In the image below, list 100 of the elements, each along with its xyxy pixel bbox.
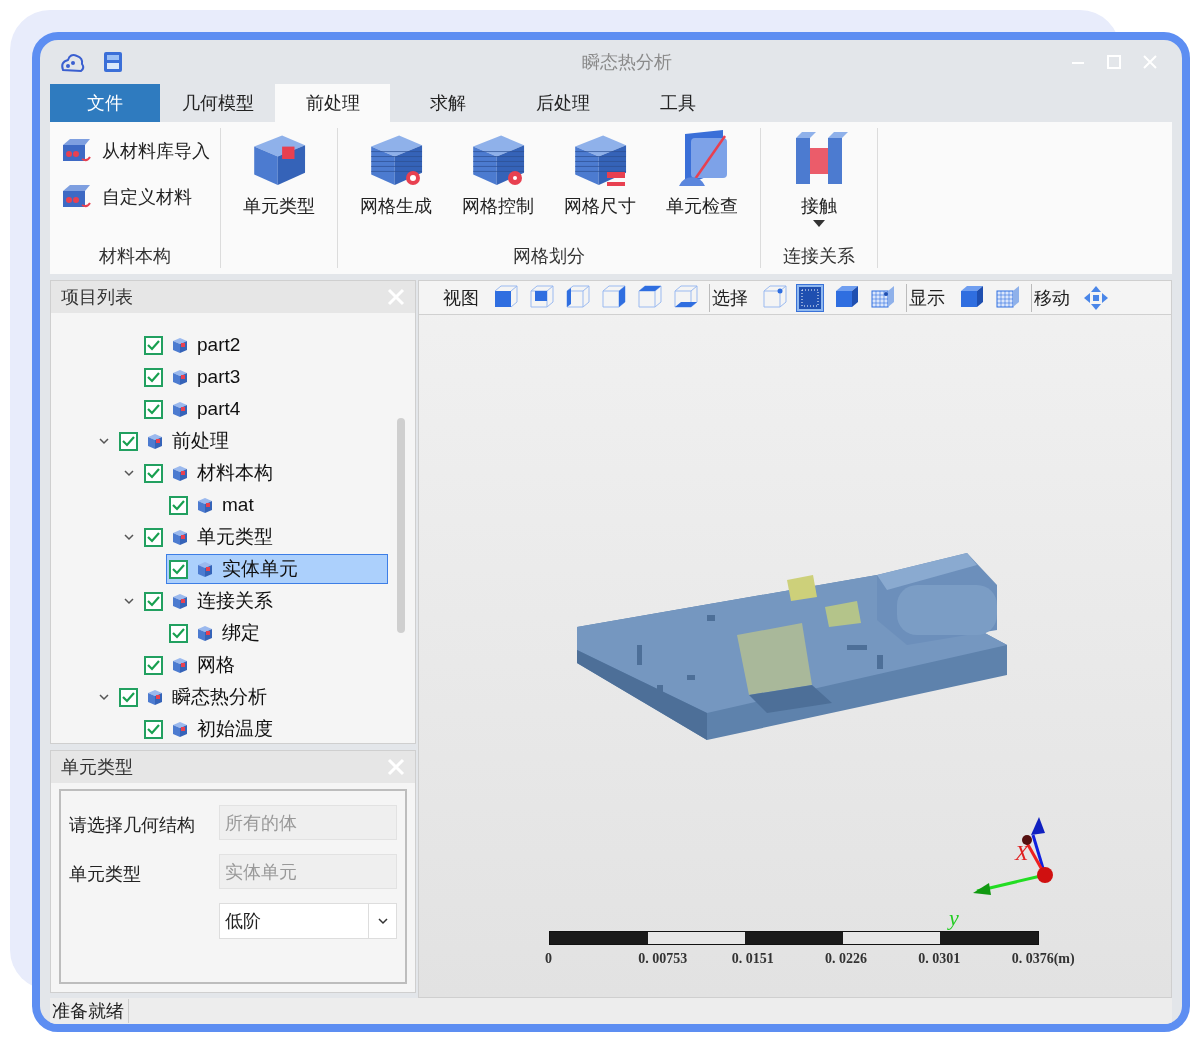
tree-item[interactable]: 单元类型 (141, 522, 280, 552)
cube-icon (171, 528, 189, 546)
field-label: 单元类型 (69, 863, 142, 886)
tree-item[interactable]: 连接关系 (141, 586, 280, 616)
checkbox[interactable] (144, 367, 163, 387)
checkbox[interactable] (144, 719, 163, 739)
scale-label: 0. 00753 (638, 951, 689, 967)
panel-title: 单元类型 (61, 756, 133, 779)
cube-icon (171, 656, 189, 674)
checkmark-icon (121, 690, 136, 704)
cube-icon (171, 464, 189, 482)
checkmark-icon (146, 402, 161, 416)
checkbox[interactable] (144, 655, 163, 675)
ribbon-button[interactable]: 单元类型 (231, 128, 327, 244)
cube-icon (171, 336, 189, 354)
mesh-cube-icon (994, 284, 1020, 311)
tree-item[interactable]: part4 (141, 394, 248, 424)
toolbar-label: 移动 (1034, 286, 1070, 310)
checkmark-icon (146, 466, 161, 480)
ribbon-button[interactable]: 接触 (771, 128, 867, 244)
checkmark-icon (171, 562, 186, 576)
toolbar-label: 显示 (909, 286, 945, 310)
checkbox[interactable] (119, 431, 138, 451)
scale-label: 0. 0151 (731, 951, 775, 967)
axis-label: y (949, 905, 959, 931)
tab[interactable]: 后处理 (505, 84, 620, 122)
expand-caret-icon[interactable] (97, 435, 110, 447)
ribbon-button[interactable]: 从材料库导入 (60, 132, 210, 170)
mesh-cube-icon (869, 284, 895, 311)
tree-item[interactable]: 材料本构 (141, 458, 280, 488)
dropdown[interactable]: 低阶 (219, 903, 397, 939)
checkbox[interactable] (144, 463, 163, 483)
checkmark-icon (146, 370, 161, 384)
checkbox[interactable] (144, 335, 163, 355)
checkmark-icon (171, 498, 186, 512)
cube-icon (196, 496, 214, 514)
status-text: 准备就绪 (50, 999, 129, 1023)
ribbon-button[interactable]: 单元检查 (654, 128, 750, 244)
cube-icon (196, 560, 214, 578)
checkbox[interactable] (144, 527, 163, 547)
cube-icon (171, 592, 189, 610)
checkbox[interactable] (144, 399, 163, 419)
checkbox[interactable] (144, 591, 163, 611)
group-label: 连接关系 (782, 245, 856, 268)
tree-item[interactable]: 绑定 (166, 618, 267, 648)
checkbox[interactable] (169, 623, 188, 643)
checkbox[interactable] (169, 559, 188, 579)
checkmark-icon (146, 658, 161, 672)
checkbox[interactable] (169, 495, 188, 515)
group-label: 网格划分 (512, 245, 586, 268)
tree-item[interactable]: part3 (141, 362, 248, 392)
chevron-down-icon (376, 915, 389, 927)
cube-icon (146, 688, 164, 706)
checkmark-icon (146, 530, 161, 544)
cube-icon (171, 368, 189, 386)
cube-icon (196, 624, 214, 642)
tab[interactable]: 几何模型 (160, 84, 275, 122)
ribbon-button[interactable]: 网格尺寸 (552, 128, 648, 244)
ribbon-button[interactable]: 网格生成 (348, 128, 444, 244)
scale-label: 0. 0301 (918, 951, 962, 967)
tab[interactable]: 工具 (620, 84, 735, 122)
tree-item[interactable]: 前处理 (116, 426, 236, 456)
tree-item[interactable]: mat (166, 490, 261, 520)
3d-viewport[interactable]: 视图 选择 显示 移动 X y 0 0. 00753 0. 0151 0. 0226 0. 0301 0. 0376(m) (418, 280, 1172, 998)
toolbar-label: 视图 (443, 286, 479, 310)
expand-caret-icon[interactable] (122, 531, 135, 543)
toolbar-label: 选择 (712, 286, 748, 310)
cube-vertex-icon (761, 284, 787, 311)
checkmark-icon (121, 434, 136, 448)
save-icon[interactable] (102, 50, 124, 74)
cube-icon (146, 432, 164, 450)
ribbon-button[interactable]: 自定义材料 (60, 178, 210, 216)
group-label: 材料本构 (98, 245, 172, 268)
tree-item[interactable]: part2 (141, 330, 248, 360)
scrollbar-thumb[interactable] (397, 418, 405, 633)
scale-label: 0. 0376(m) (1011, 951, 1076, 967)
tree-item[interactable]: 实体单元 (166, 554, 388, 584)
checkbox[interactable] (119, 687, 138, 707)
file-menu-tab[interactable]: 文件 (50, 84, 160, 122)
expand-caret-icon[interactable] (97, 691, 110, 703)
checkmark-icon (171, 626, 186, 640)
move-arrows-icon (1083, 284, 1109, 311)
expand-caret-icon[interactable] (122, 467, 135, 479)
cube-icon (171, 400, 189, 418)
checkmark-icon (146, 594, 161, 608)
axis-label: X (1015, 840, 1029, 866)
panel-title: 项目列表 (61, 286, 133, 309)
cube-icon (171, 720, 189, 738)
checkmark-icon (146, 338, 161, 352)
expand-caret-icon[interactable] (122, 595, 135, 607)
tree-item[interactable]: 网格 (141, 650, 242, 680)
scale-label: 0. 0226 (825, 951, 868, 967)
field-label: 请选择几何结构 (69, 814, 196, 837)
tab[interactable]: 前处理 (275, 84, 390, 122)
tab[interactable]: 求解 (390, 84, 505, 122)
scale-label: 0 (545, 951, 553, 967)
checkmark-icon (146, 722, 161, 736)
tree-item[interactable]: 初始温度 (141, 714, 280, 744)
ribbon-button[interactable]: 网格控制 (450, 128, 546, 244)
tree-item[interactable]: 瞬态热分析 (116, 682, 274, 712)
